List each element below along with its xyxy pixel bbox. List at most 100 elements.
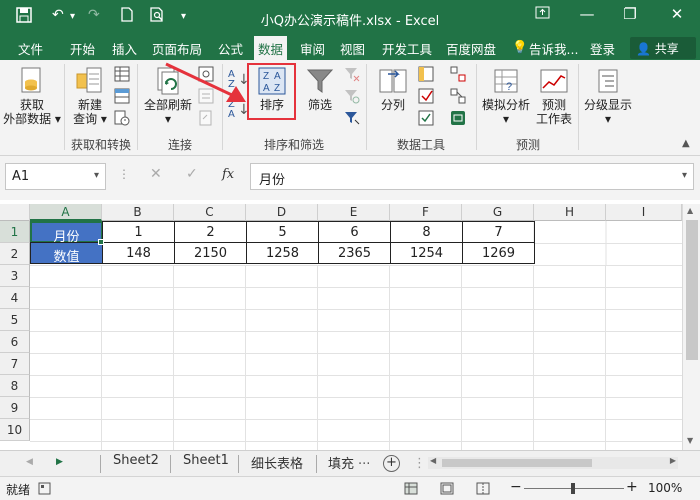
cell-b2[interactable]: 148: [102, 242, 175, 264]
menu-page-layout[interactable]: 页面布局: [152, 39, 202, 58]
scroll-right-icon[interactable]: ▶: [670, 456, 676, 465]
menu-insert[interactable]: 插入: [112, 39, 137, 58]
remove-duplicates-icon[interactable]: [418, 88, 434, 107]
text-to-columns-button[interactable]: 分列: [372, 66, 414, 112]
menu-file[interactable]: 文件: [18, 39, 43, 58]
add-sheet-button[interactable]: +: [383, 455, 400, 472]
flash-fill-icon[interactable]: [418, 66, 434, 85]
reapply-filter-icon[interactable]: [344, 88, 360, 107]
new-query-button[interactable]: 新建 查询 ▾: [68, 66, 112, 126]
from-table-icon[interactable]: [114, 88, 130, 107]
formula-input[interactable]: 月份 ▾: [250, 163, 694, 190]
menu-home[interactable]: 开始: [70, 39, 95, 58]
scroll-tabs-left-icon[interactable]: ◀: [26, 457, 33, 467]
row-header-4[interactable]: 4: [0, 287, 30, 309]
tab-sheet1[interactable]: Sheet1: [183, 453, 229, 468]
enter-icon[interactable]: ✓: [186, 166, 198, 182]
column-header-g[interactable]: G: [462, 204, 534, 221]
column-header-a[interactable]: A: [30, 204, 102, 221]
row-header-6[interactable]: 6: [0, 331, 30, 353]
ribbon-display-icon[interactable]: [527, 5, 557, 23]
consolidate-icon[interactable]: [450, 66, 466, 85]
share-button[interactable]: 👤 共享: [630, 37, 696, 59]
collapse-ribbon-icon[interactable]: ▲: [682, 138, 690, 149]
cell-g1[interactable]: 7: [462, 221, 535, 243]
forecast-sheet-button[interactable]: 预测 工作表: [534, 66, 574, 126]
cell-f2[interactable]: 1254: [390, 242, 463, 264]
row-header-3[interactable]: 3: [0, 265, 30, 287]
recent-sources-icon[interactable]: [114, 110, 130, 129]
zoom-level[interactable]: 100%: [648, 481, 682, 495]
minimize-button[interactable]: —: [572, 5, 602, 23]
clear-filter-icon[interactable]: [344, 66, 360, 85]
formula-bar-handle-icon[interactable]: ⋮: [118, 167, 130, 181]
scroll-up-icon[interactable]: ▲: [687, 206, 693, 215]
macro-record-icon[interactable]: [38, 482, 51, 498]
menu-review[interactable]: 审阅: [300, 39, 325, 58]
cell-d2[interactable]: 1258: [246, 242, 319, 264]
menu-formulas[interactable]: 公式: [218, 39, 243, 58]
tab-slim-table[interactable]: 细长表格: [251, 453, 303, 472]
menu-data[interactable]: 数据: [254, 36, 288, 60]
vertical-scroll-thumb[interactable]: [686, 220, 698, 360]
vertical-scrollbar[interactable]: ▲ ▼: [682, 204, 700, 450]
insert-function-icon[interactable]: fx: [222, 167, 234, 182]
column-header-f[interactable]: F: [390, 204, 462, 221]
get-external-data-button[interactable]: 获取 外部数据 ▾: [2, 66, 62, 126]
row-header-8[interactable]: 8: [0, 375, 30, 397]
cell-e1[interactable]: 6: [318, 221, 391, 243]
scroll-tabs-right-icon[interactable]: ▶: [56, 457, 63, 467]
advanced-filter-icon[interactable]: [344, 110, 360, 129]
scroll-left-icon[interactable]: ◀: [430, 456, 436, 465]
tell-me-search[interactable]: 告诉我...: [529, 39, 578, 58]
tab-splitter-icon[interactable]: ⋮: [413, 456, 426, 471]
column-header-h[interactable]: H: [534, 204, 606, 221]
tab-fill[interactable]: 填充: [328, 453, 354, 472]
row-header-9[interactable]: 9: [0, 397, 30, 419]
expand-formula-icon[interactable]: ▾: [682, 170, 687, 181]
tab-sheet2[interactable]: Sheet2: [113, 453, 159, 468]
row-header-7[interactable]: 7: [0, 353, 30, 375]
menu-view[interactable]: 视图: [340, 39, 365, 58]
cell-e2[interactable]: 2365: [318, 242, 391, 264]
cell-f1[interactable]: 8: [390, 221, 463, 243]
zoom-slider-thumb[interactable]: [571, 483, 575, 494]
row-header-5[interactable]: 5: [0, 309, 30, 331]
relationships-icon[interactable]: [450, 88, 466, 107]
what-if-analysis-button[interactable]: ? 模拟分析 ▾: [480, 66, 532, 126]
cell-c2[interactable]: 2150: [174, 242, 247, 264]
menu-baidu-netdisk[interactable]: 百度网盘: [446, 39, 496, 58]
zoom-in-button[interactable]: +: [626, 479, 638, 495]
horizontal-scroll-thumb[interactable]: [442, 459, 592, 467]
cancel-icon[interactable]: ✕: [150, 166, 162, 182]
row-header-10[interactable]: 10: [0, 419, 30, 441]
fill-handle[interactable]: [98, 239, 104, 245]
row-header-1[interactable]: 1: [0, 221, 30, 243]
column-header-c[interactable]: C: [174, 204, 246, 221]
zoom-out-button[interactable]: −: [510, 479, 522, 495]
cell-a1[interactable]: 月份: [30, 221, 103, 245]
select-all-corner[interactable]: [0, 204, 30, 221]
outline-button[interactable]: 分级显示 ▾: [582, 66, 634, 126]
cell-c1[interactable]: 2: [174, 221, 247, 243]
row-header-2[interactable]: 2: [0, 243, 30, 265]
page-break-view-icon[interactable]: [476, 482, 490, 498]
horizontal-scrollbar[interactable]: ◀ ▶: [428, 456, 678, 469]
more-tabs-indicator[interactable]: ...: [358, 453, 370, 468]
column-header-i[interactable]: I: [606, 204, 682, 221]
column-header-e[interactable]: E: [318, 204, 390, 221]
column-header-d[interactable]: D: [246, 204, 318, 221]
cell-a2[interactable]: 数值: [30, 242, 103, 265]
name-box[interactable]: A1 ▾: [5, 163, 106, 190]
data-model-icon[interactable]: [450, 110, 466, 129]
normal-view-icon[interactable]: [404, 482, 418, 498]
cell-b1[interactable]: 1: [102, 221, 175, 243]
login-link[interactable]: 登录: [590, 39, 615, 58]
page-layout-view-icon[interactable]: [440, 482, 454, 498]
filter-button[interactable]: 筛选: [298, 66, 342, 112]
data-validation-icon[interactable]: [418, 110, 434, 129]
menu-developer[interactable]: 开发工具: [382, 39, 432, 58]
edit-links-icon[interactable]: [198, 110, 214, 129]
restore-button[interactable]: ❐: [615, 5, 645, 23]
column-header-b[interactable]: B: [102, 204, 174, 221]
